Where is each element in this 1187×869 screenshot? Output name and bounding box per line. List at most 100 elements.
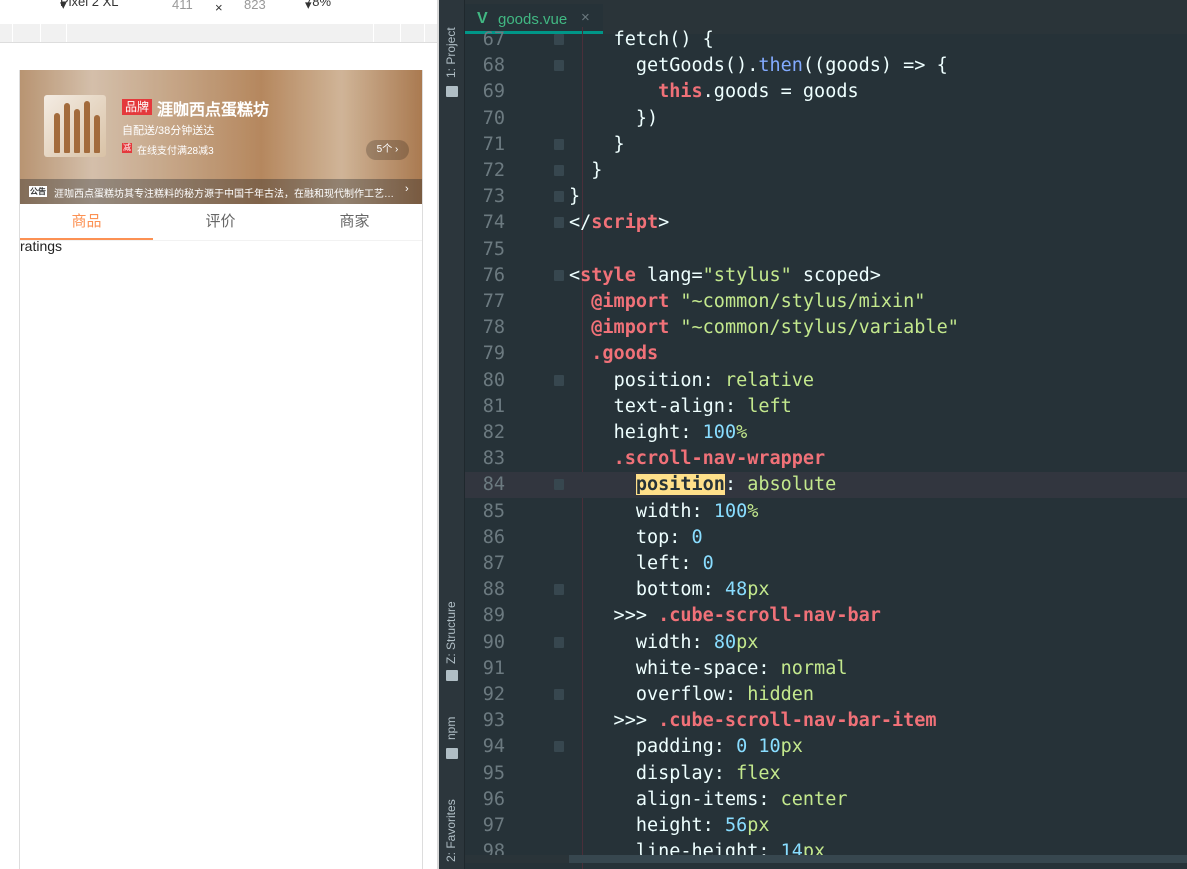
code-text: white-space: normal [635,657,848,679]
code-line[interactable]: 72 } [465,158,1187,184]
fold-marker-icon[interactable] [554,689,564,700]
folder-icon [446,86,458,97]
code-text: <style lang="stylus" scoped> [569,264,881,286]
horizontal-scrollbar[interactable] [569,855,1187,863]
code-line[interactable]: 84 position: absolute [465,472,1187,499]
code-area[interactable]: 67 fetch() {68 getGoods().then((goods) =… [465,27,1187,869]
line-number: 89 [482,605,505,627]
code-line[interactable]: 95 display: flex [465,761,1187,787]
line-number: 79 [482,343,505,365]
code-line[interactable]: 88 bottom: 48px [465,577,1187,603]
tool-window-strip: 1: Project Z: Structure npm 2: Favorites [439,0,465,869]
fold-marker-icon[interactable] [554,374,564,386]
code-line[interactable]: 83 .scroll-nav-wrapper [465,446,1187,472]
discount-text: 在线支付满28减3 [137,146,214,157]
fold-marker-icon[interactable] [554,60,564,72]
tab-goods[interactable]: 商品 [20,204,153,238]
tab-ratings[interactable]: 评价 [154,204,287,238]
line-number: 88 [482,579,505,601]
code-text: text-align: left [613,395,792,417]
code-line[interactable]: 75 [465,237,1187,263]
structure-icon [446,670,458,681]
fold-marker-icon[interactable] [554,636,564,648]
fold-marker-icon[interactable] [554,269,564,281]
code-text: top: 0 [635,526,703,548]
device-height-input[interactable]: 823 [244,0,266,12]
code-line[interactable]: 77 @import "~common/stylus/mixin" [465,289,1187,315]
horizontal-scrollbar-track [465,855,569,863]
code-line[interactable]: 67 fetch() { [465,27,1187,53]
line-number: 84 [482,474,505,496]
code-line[interactable]: 96 align-items: center [465,787,1187,813]
code-line[interactable]: 94 padding: 0 10px [465,734,1187,760]
fold-marker-icon[interactable] [554,584,564,596]
line-number: 81 [482,395,505,417]
fold-marker-icon[interactable] [554,34,564,45]
code-line[interactable]: 71 } [465,132,1187,158]
fold-marker-icon[interactable] [554,479,564,491]
structure-tool-button[interactable]: Z: Structure [444,601,458,664]
code-text: @import "~common/stylus/mixin" [591,291,926,312]
code-text: overflow: hidden [635,684,815,705]
code-text: .scroll-nav-wrapper [613,448,826,470]
line-number: 77 [482,291,505,312]
bulletin-text: 涯咖西点蛋糕坊其专注糕料的秘方源于中国千年古法，在融和现代制作工艺，... [54,189,394,200]
fold-marker-icon[interactable] [554,165,564,176]
zoom-select[interactable]: 78% ▾ [305,0,331,13]
code-text: left: 0 [635,553,714,574]
line-number: 93 [482,710,505,732]
line-number: 91 [482,657,505,679]
code-line[interactable]: 89 >>> .cube-scroll-nav-bar [465,603,1187,629]
line-number: 80 [482,369,505,391]
fold-marker-icon[interactable] [554,741,564,753]
code-line[interactable]: 81 text-align: left [465,394,1187,420]
code-line[interactable]: 80 position: relative [465,368,1187,394]
project-tool-button[interactable]: 1: Project [444,27,458,78]
file-tab-label: goods.vue [498,11,568,28]
code-line[interactable]: 92 overflow: hidden [465,682,1187,708]
code-line[interactable]: 78 @import "~common/stylus/variable" [465,315,1187,341]
close-icon[interactable]: × [581,9,590,26]
code-text: fetch() { [613,29,714,50]
discount-icon: 减 [122,143,132,153]
favorites-tool-button[interactable]: 2: Favorites [444,799,458,862]
line-number: 94 [482,736,505,758]
line-number: 90 [482,631,505,653]
code-line[interactable]: 93 >>> .cube-scroll-nav-bar-item [465,708,1187,734]
device-width-input[interactable]: 411 [172,0,193,12]
line-number: 97 [482,815,505,836]
code-text: align-items: center [635,788,848,810]
code-line[interactable]: 91 white-space: normal [465,656,1187,682]
device-select[interactable]: Pixel 2 XL ▾ [60,0,119,13]
npm-tool-button[interactable]: npm [444,717,458,740]
code-text: position: absolute [635,474,837,496]
code-text: >>> .cube-scroll-nav-bar [569,605,881,627]
code-line[interactable]: 97 height: 56px [465,813,1187,839]
code-line[interactable]: 74 </script> [465,210,1187,236]
fold-marker-icon[interactable] [554,217,564,229]
fold-marker-icon[interactable] [554,191,564,203]
code-line[interactable]: 79 .goods [465,341,1187,367]
code-line[interactable]: 69 this.goods = goods [465,79,1187,105]
line-number: 74 [482,212,505,234]
support-count-button[interactable]: 5个 › [366,140,409,160]
code-line[interactable]: 87 left: 0 [465,551,1187,577]
device-viewport: 品牌 涯咖西点蛋糕坊 自配送/38分钟送达 减 在线支付满28减3 5个 › 公… [19,70,423,869]
delivery-info: 自配送/38分钟送达 [122,125,215,137]
code-line[interactable]: 86 top: 0 [465,525,1187,551]
tab-seller[interactable]: 商家 [288,204,421,238]
fold-marker-icon[interactable] [554,138,564,150]
bulletin-bar[interactable]: 公告 涯咖西点蛋糕坊其专注糕料的秘方源于中国千年古法，在融和现代制作工艺，...… [20,179,422,204]
code-line[interactable]: 82 height: 100% [465,420,1187,446]
code-line[interactable]: 73} [465,184,1187,210]
code-line[interactable]: 90 width: 80px [465,630,1187,656]
device-emulator-panel: Pixel 2 XL ▾ 411 × 823 78% ▾ 品牌 涯咖西点蛋糕坊 … [0,0,437,869]
code-text: } [569,133,625,155]
code-line[interactable]: 70 }) [465,106,1187,132]
line-number: 72 [482,160,505,181]
code-text: @import "~common/stylus/variable" [591,317,959,339]
code-line[interactable]: 76 <style lang="stylus" scoped> [465,263,1187,289]
code-line[interactable]: 85 width: 100% [465,499,1187,525]
code-text: </script> [569,212,670,234]
code-line[interactable]: 68 getGoods().then((goods) => { [465,53,1187,79]
